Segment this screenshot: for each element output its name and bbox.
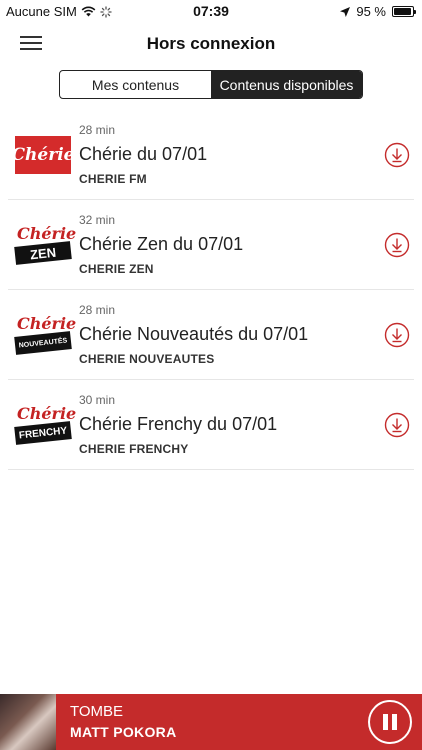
- download-icon[interactable]: [384, 412, 410, 438]
- header: Hors connexion: [0, 22, 422, 66]
- download-icon[interactable]: [384, 232, 410, 258]
- list-item[interactable]: Chérie NOUVEAUTÉS 28 min Chérie Nouveaut…: [8, 290, 414, 380]
- download-icon[interactable]: [384, 142, 410, 168]
- item-title: Chérie du 07/01: [79, 144, 208, 164]
- segmented-control: Mes contenus Contenus disponibles: [59, 70, 363, 99]
- cherie-zen-logo: Chérie ZEN: [14, 224, 76, 265]
- cherie-nouveautes-logo: Chérie NOUVEAUTÉS: [14, 314, 76, 355]
- list-item[interactable]: Chérie FRENCHY 30 min Chérie Frenchy du …: [8, 380, 414, 470]
- item-title: Chérie Nouveautés du 07/01: [79, 324, 309, 344]
- item-subtitle: CHERIE NOUVEAUTES: [79, 352, 215, 366]
- pause-icon[interactable]: [368, 700, 412, 744]
- album-cover: [0, 694, 56, 750]
- cherie-fm-logo: Chérie: [12, 136, 74, 174]
- content-list: Chérie 28 min Chérie du 07/01 CHERIE FM …: [0, 110, 422, 470]
- item-subtitle: CHERIE FM: [79, 172, 147, 186]
- page-title: Hors connexion: [146, 34, 276, 53]
- track-title: TOMBE: [70, 703, 124, 720]
- location-arrow-icon: [340, 6, 351, 17]
- list-item[interactable]: Chérie 28 min Chérie du 07/01 CHERIE FM: [8, 110, 414, 200]
- status-bar: Aucune SIM 07:39 95 %: [0, 0, 422, 22]
- battery-icon: [392, 6, 416, 17]
- tab-contenus-disponibles[interactable]: Contenus disponibles: [211, 71, 362, 98]
- item-duration: 28 min: [79, 123, 116, 137]
- item-title: Chérie Zen du 07/01: [79, 234, 244, 254]
- track-artist: MATT POKORA: [70, 724, 177, 740]
- battery-fill: [394, 8, 412, 15]
- status-right: 95 %: [340, 4, 416, 19]
- cherie-frenchy-logo: Chérie FRENCHY: [14, 404, 76, 445]
- item-duration: 30 min: [79, 393, 116, 407]
- item-subtitle: CHERIE ZEN: [79, 262, 154, 276]
- list-item[interactable]: Chérie ZEN 32 min Chérie Zen du 07/01 CH…: [8, 200, 414, 290]
- item-subtitle: CHERIE FRENCHY: [79, 442, 189, 456]
- item-duration: 28 min: [79, 303, 116, 317]
- battery-percent: 95 %: [356, 4, 386, 19]
- tab-mes-contenus[interactable]: Mes contenus: [60, 71, 211, 98]
- mini-player[interactable]: TOMBE MATT POKORA: [0, 694, 422, 750]
- item-duration: 32 min: [79, 213, 116, 227]
- item-title: Chérie Frenchy du 07/01: [79, 414, 278, 434]
- download-icon[interactable]: [384, 322, 410, 348]
